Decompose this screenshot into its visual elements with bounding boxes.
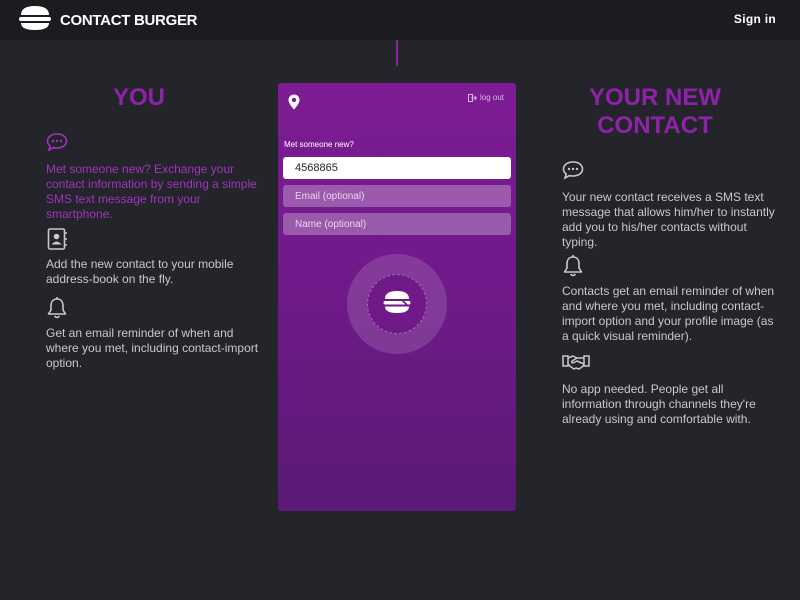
brand-logo[interactable]: CONTACT BURGER [18, 4, 198, 37]
phone-number-input[interactable] [283, 157, 511, 179]
phone-mockup: log out Met someone new? [278, 83, 516, 511]
right-feature-noapp: No app needed. People get all informatio… [562, 352, 768, 427]
name-input[interactable] [283, 213, 511, 235]
logout-link[interactable]: log out [467, 93, 504, 102]
burger-logo-icon [18, 4, 52, 37]
location-pin-icon[interactable] [288, 94, 300, 115]
send-burger-button[interactable] [347, 254, 447, 354]
chat-icon [46, 132, 264, 156]
burger-icon [382, 290, 412, 319]
handshake-icon [562, 352, 768, 376]
feature-text: Get an email reminder of when and where … [46, 326, 259, 370]
left-feature-addressbook: Add the new contact to your mobile addre… [46, 227, 258, 287]
feature-text: Your new contact receives a SMS text mes… [562, 190, 775, 249]
right-feature-sms: Your new contact receives a SMS text mes… [562, 160, 776, 250]
title-line-2: CONTACT [597, 112, 713, 139]
title-line-1: YOUR NEW [589, 84, 721, 111]
feature-text: Add the new contact to your mobile addre… [46, 257, 234, 286]
top-bar: CONTACT BURGER Sign in [0, 0, 800, 40]
email-input[interactable] [283, 185, 511, 207]
sign-in-link[interactable]: Sign in [734, 12, 776, 26]
send-button-inner [367, 274, 427, 334]
feature-text: No app needed. People get all informatio… [562, 382, 756, 426]
chat-icon [562, 160, 776, 184]
you-title: YOU [112, 84, 165, 111]
right-feature-reminder: Contacts get an email reminder of when a… [562, 254, 778, 344]
address-book-icon [46, 227, 258, 251]
left-feature-reminder: Get an email reminder of when and where … [46, 296, 264, 371]
brand-name: CONTACT BURGER [60, 11, 198, 29]
feature-text: Contacts get an email reminder of when a… [562, 284, 775, 343]
divider-line [396, 40, 398, 66]
met-someone-label: Met someone new? [284, 140, 354, 149]
feature-text: Met someone new? Exchange your contact i… [46, 162, 257, 221]
new-contact-title: YOUR NEW CONTACT [560, 84, 750, 140]
bell-icon [562, 254, 778, 278]
bell-icon [46, 296, 264, 320]
logout-label: log out [479, 93, 504, 102]
logout-icon [467, 93, 477, 102]
left-feature-sms: Met someone new? Exchange your contact i… [46, 132, 264, 222]
